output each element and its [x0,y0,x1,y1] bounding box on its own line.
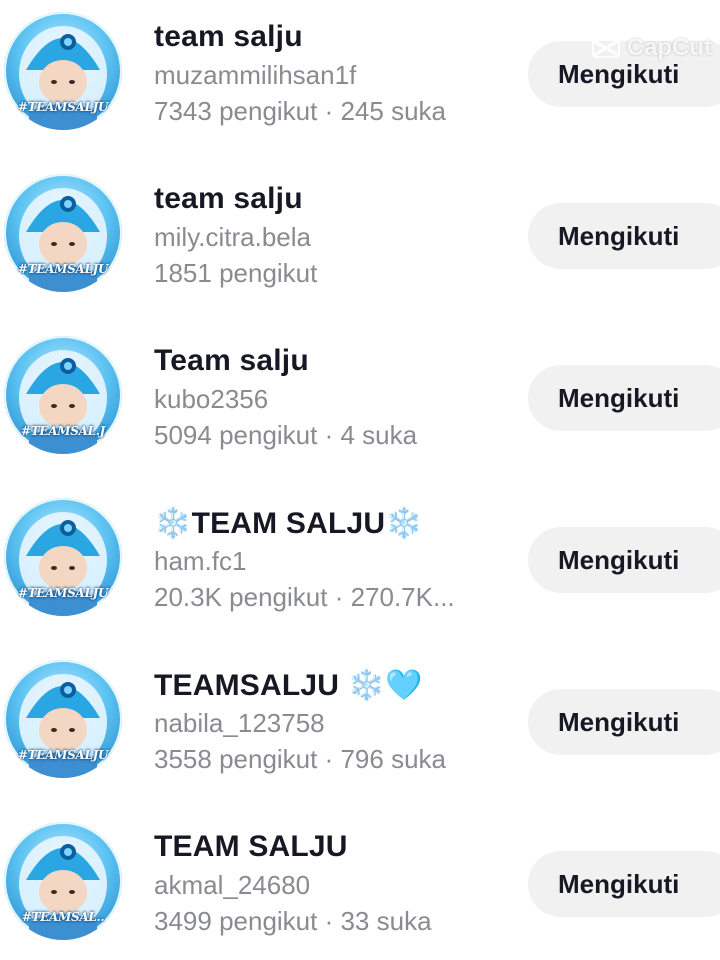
account-handle: kubo2356 [154,384,269,414]
list-item[interactable]: #TEAMSAL.J Team salju kubo2356 5094 peng… [0,328,720,478]
account-handle: ham.fc1 [154,546,247,576]
account-name: team salju [154,20,303,53]
account-list: CapCut #TEAMSALJU team salju muzammilihs… [0,0,720,960]
snowflake-icon: ❄️ [154,507,192,540]
account-stats: 20.3K pengikut · 270.7K... [154,582,455,612]
avatar-hashtag: #TEAMSAL.J [21,424,105,438]
watermark-text: CapCut [626,34,712,61]
following-button[interactable]: Mengikuti [528,527,720,593]
account-stats: 5094 pengikut · 4 suka [154,420,418,450]
account-handle: muzammilihsan1f [154,60,357,90]
account-name: TEAMSALJU ❄️🩵 [154,669,423,702]
following-button[interactable]: Mengikuti [528,203,720,269]
account-name: TEAM SALJU [154,830,348,863]
account-handle: akmal_24680 [154,870,311,900]
blue-heart-icon: 🩵 [385,669,423,702]
account-stats: 3558 pengikut · 796 suka [154,744,446,774]
avatar-hashtag: #TEAMSALJU [17,100,109,114]
account-name: Team salju [154,344,309,377]
account-stats: 7343 pengikut · 245 suka [154,96,446,126]
avatar[interactable]: #TEAMSAL.. [4,822,122,940]
capcut-watermark: CapCut [591,34,712,62]
account-handle: nabila_123758 [154,708,325,738]
account-handle: mily.citra.bela [154,222,312,252]
avatar-hashtag: #TEAMSALJU [17,586,109,600]
list-item[interactable]: #TEAMSALJU team salju mily.citra.bela 18… [0,166,720,316]
following-button[interactable]: Mengikuti [528,365,720,431]
list-item[interactable]: #TEAMSALJU TEAMSALJU ❄️🩵 nabila_123758 3… [0,652,720,802]
avatar[interactable]: #TEAMSALJU [4,12,122,130]
avatar[interactable]: #TEAMSALJU [4,498,122,616]
account-name: team salju [154,182,303,215]
list-item[interactable]: #TEAMSALJU ❄️TEAM SALJU❄️ ham.fc1 20.3K … [0,490,720,640]
avatar[interactable]: #TEAMSALJU [4,660,122,778]
capcut-logo-icon [591,38,620,58]
avatar-hashtag: #TEAMSALJU [17,748,109,762]
snowflake-icon: ❄️ [347,669,386,702]
account-name: ❄️TEAM SALJU❄️ [154,507,423,540]
account-stats: 3499 pengikut · 33 suka [154,906,432,936]
avatar-hashtag: #TEAMSALJU [17,262,109,276]
snowflake-icon: ❄️ [385,507,423,540]
avatar[interactable]: #TEAMSALJU [4,174,122,292]
account-stats: 1851 pengikut [154,258,318,288]
following-button[interactable]: Mengikuti [528,851,720,917]
following-button[interactable]: Mengikuti [528,689,720,755]
avatar[interactable]: #TEAMSAL.J [4,336,122,454]
list-item[interactable]: #TEAMSAL.. TEAM SALJU akmal_24680 3499 p… [0,814,720,960]
list-item[interactable]: #TEAMSALJU team salju muzammilihsan1f 73… [0,4,720,154]
avatar-hashtag: #TEAMSAL.. [21,910,105,924]
